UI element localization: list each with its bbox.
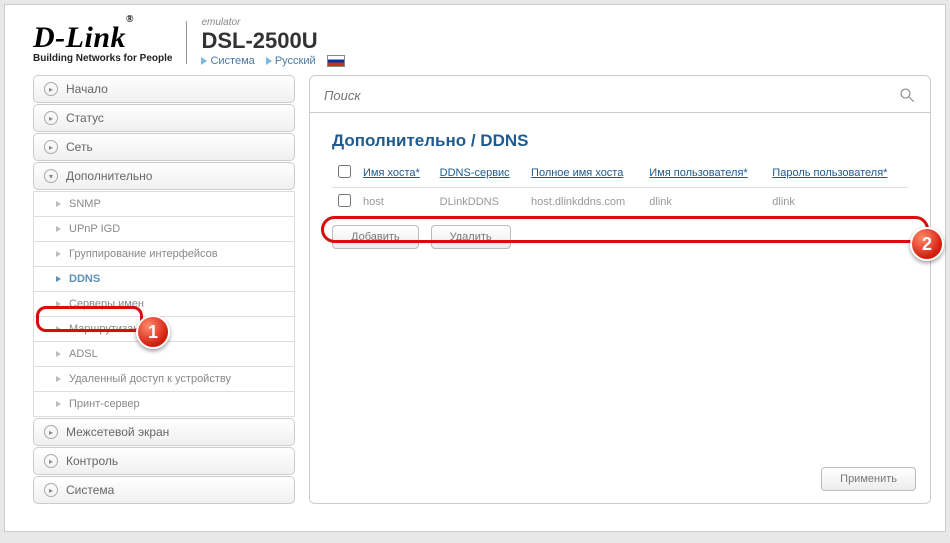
chevron-right-icon	[56, 226, 61, 232]
chevron-right-icon	[56, 401, 61, 407]
sidebar-sub-upnp[interactable]: UPnP IGD	[33, 217, 295, 242]
sidebar-item-control[interactable]: ▸ Контроль	[33, 447, 295, 475]
expand-icon: ▸	[44, 82, 58, 96]
sidebar-item-label: Контроль	[66, 454, 118, 468]
cell-user: dlink	[643, 188, 766, 217]
emulator-label: emulator	[201, 17, 344, 28]
brand-text: D-Link	[33, 21, 126, 54]
sidebar-sub-ifgroup[interactable]: Группирование интерфейсов	[33, 242, 295, 267]
sidebar-sub-adsl[interactable]: ADSL	[33, 342, 295, 367]
sidebar-sub-routing[interactable]: Маршрутизация	[33, 317, 295, 342]
chevron-right-icon	[56, 376, 61, 382]
col-pass[interactable]: Пароль пользователя*	[766, 161, 908, 188]
sidebar-item-advanced[interactable]: ▾ Дополнительно	[33, 162, 295, 190]
collapse-icon: ▾	[44, 169, 58, 183]
sidebar-sub-snmp[interactable]: SNMP	[33, 191, 295, 217]
expand-icon: ▸	[44, 425, 58, 439]
sidebar-item-label: SNMP	[69, 198, 101, 210]
sidebar-item-label: Удаленный доступ к устройству	[69, 373, 231, 385]
sidebar-sub-ddns[interactable]: DDNS	[33, 267, 295, 292]
cell-pass: dlink	[766, 188, 908, 217]
search-input[interactable]	[324, 88, 898, 103]
sidebar-item-label: ADSL	[69, 348, 98, 360]
apply-button[interactable]: Применить	[821, 467, 916, 491]
row-checkbox[interactable]	[338, 194, 351, 207]
sidebar-item-system[interactable]: ▸ Система	[33, 476, 295, 504]
sidebar-item-label: Маршрутизация	[69, 323, 152, 335]
search-icon[interactable]	[898, 86, 916, 104]
breadcrumb-system[interactable]: Система	[210, 55, 254, 67]
sidebar-item-network[interactable]: ▸ Сеть	[33, 133, 295, 161]
col-hostname[interactable]: Имя хоста*	[357, 161, 434, 188]
sidebar-item-label: Статус	[66, 111, 104, 125]
content-panel: Дополнительно / DDNS Имя хоста* DDNS-сер…	[309, 75, 931, 504]
sidebar: ▸ Начало ▸ Статус ▸ Сеть ▾ Дополнительно SNM…	[33, 75, 295, 504]
model-block: emulator DSL-2500U Система Русский	[201, 17, 344, 67]
chevron-right-icon	[56, 276, 61, 282]
header: D-Link® Building Networks for People emu…	[5, 5, 945, 75]
chevron-right-icon	[56, 326, 61, 332]
sidebar-item-start[interactable]: ▸ Начало	[33, 75, 295, 103]
chevron-right-icon	[56, 301, 61, 307]
chevron-right-icon	[266, 57, 272, 65]
ddns-table: Имя хоста* DDNS-сервис Полное имя хоста …	[332, 161, 908, 217]
sidebar-item-label: Система	[66, 483, 114, 497]
sidebar-item-label: DDNS	[69, 273, 100, 285]
add-button[interactable]: Добавить	[332, 225, 419, 249]
page-title: Дополнительно / DDNS	[310, 113, 930, 161]
model-name: DSL-2500U	[201, 28, 344, 54]
expand-icon: ▸	[44, 454, 58, 468]
brand-reg: ®	[126, 14, 134, 25]
select-all-checkbox[interactable]	[338, 165, 351, 178]
chevron-right-icon	[201, 57, 207, 65]
sidebar-item-label: Начало	[66, 82, 108, 96]
logo-block: D-Link® Building Networks for People	[33, 21, 187, 64]
sidebar-sub-dns[interactable]: Серверы имен	[33, 292, 295, 317]
expand-icon: ▸	[44, 111, 58, 125]
table-row[interactable]: host DLinkDDNS host.dlinkddns.com dlink …	[332, 188, 908, 217]
brand-logo: D-Link®	[33, 21, 172, 55]
sidebar-item-label: Группирование интерфейсов	[69, 248, 218, 260]
sidebar-sub-remote[interactable]: Удаленный доступ к устройству	[33, 367, 295, 392]
sidebar-item-label: Сеть	[66, 140, 93, 154]
sidebar-item-label: Дополнительно	[66, 169, 152, 183]
sidebar-item-label: UPnP IGD	[69, 223, 120, 235]
col-fullhost[interactable]: Полное имя хоста	[525, 161, 643, 188]
col-user[interactable]: Имя пользователя*	[643, 161, 766, 188]
table-header-row: Имя хоста* DDNS-сервис Полное имя хоста …	[332, 161, 908, 188]
cell-service: DLinkDDNS	[434, 188, 525, 217]
cell-fullhost: host.dlinkddns.com	[525, 188, 643, 217]
action-row: Добавить Удалить	[310, 217, 930, 257]
sidebar-item-label: Принт-сервер	[69, 398, 140, 410]
search-bar	[310, 76, 930, 113]
expand-icon: ▸	[44, 483, 58, 497]
breadcrumb-lang[interactable]: Русский	[275, 55, 316, 67]
delete-button[interactable]: Удалить	[431, 225, 511, 249]
sidebar-item-firewall[interactable]: ▸ Межсетевой экран	[33, 418, 295, 446]
chevron-right-icon	[56, 351, 61, 357]
chevron-right-icon	[56, 251, 61, 257]
cell-host: host	[357, 188, 434, 217]
breadcrumb: Система Русский	[201, 55, 344, 67]
sidebar-item-label: Серверы имен	[69, 298, 144, 310]
expand-icon: ▸	[44, 140, 58, 154]
col-service[interactable]: DDNS-сервис	[434, 161, 525, 188]
chevron-right-icon	[56, 201, 61, 207]
brand-tagline: Building Networks for People	[33, 53, 172, 64]
sidebar-item-status[interactable]: ▸ Статус	[33, 104, 295, 132]
sidebar-sub-print[interactable]: Принт-сервер	[33, 392, 295, 417]
flag-ru-icon	[327, 55, 345, 67]
sidebar-item-label: Межсетевой экран	[66, 425, 169, 439]
